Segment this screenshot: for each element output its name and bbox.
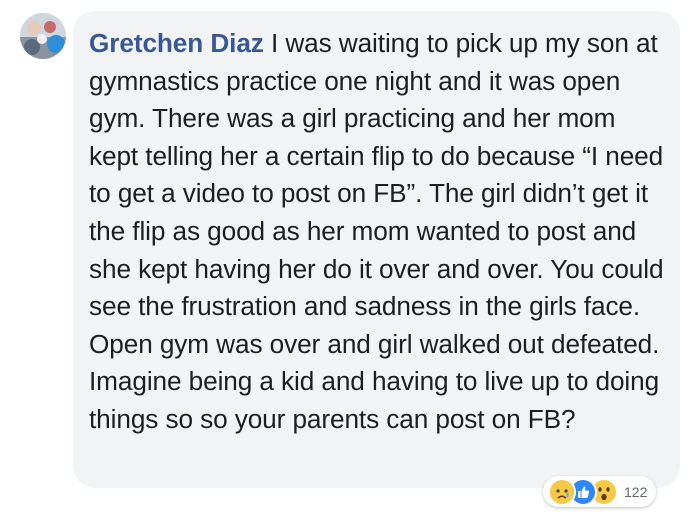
comment-bubble: Gretchen Diaz I was waiting to pick up m… bbox=[73, 11, 680, 488]
reaction-count: 122 bbox=[624, 483, 648, 500]
comment-text: Gretchen Diaz I was waiting to pick up m… bbox=[89, 25, 664, 439]
sad-icon bbox=[548, 477, 576, 506]
reactions-summary[interactable]: 122 bbox=[543, 476, 657, 507]
avatar-image bbox=[20, 13, 66, 59]
author-name[interactable]: Gretchen Diaz bbox=[89, 28, 264, 58]
comment-body: I was waiting to pick up my son at gymna… bbox=[89, 28, 664, 434]
avatar[interactable] bbox=[20, 13, 66, 59]
comment: Gretchen Diaz I was waiting to pick up m… bbox=[0, 0, 700, 516]
